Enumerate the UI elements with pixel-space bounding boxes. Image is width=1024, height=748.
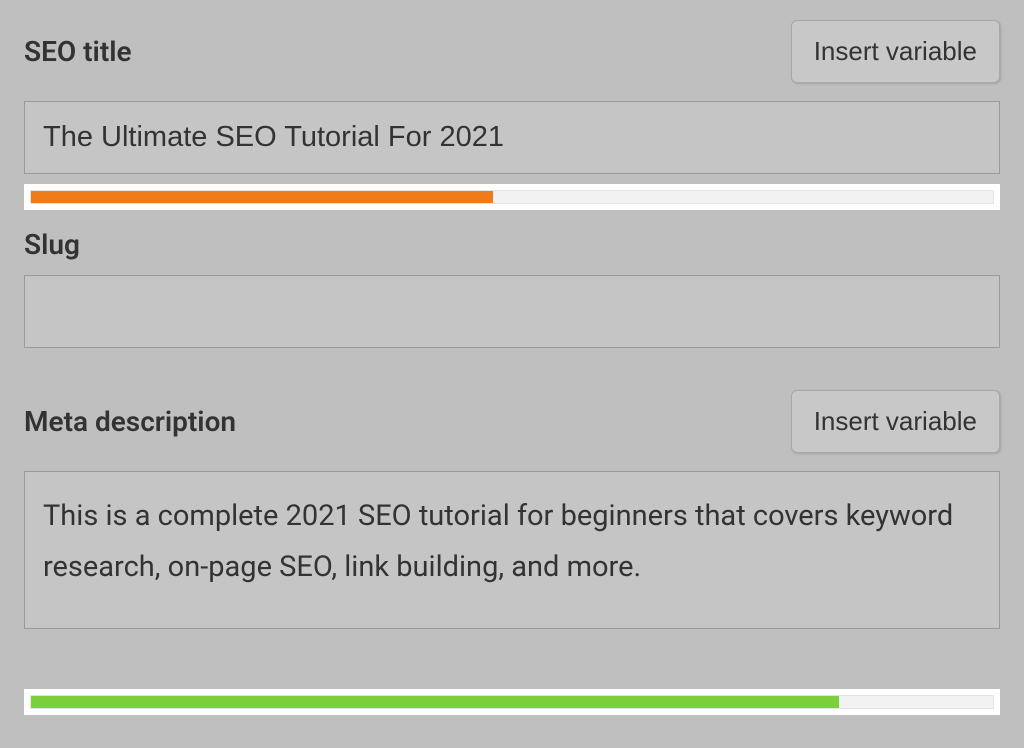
seo-title-group: SEO title Insert variable	[24, 20, 1000, 174]
seo-title-progress-container	[24, 184, 1000, 210]
meta-description-label: Meta description	[24, 405, 236, 438]
seo-title-label-row: SEO title Insert variable	[24, 20, 1000, 83]
meta-description-progress-fill	[31, 696, 839, 708]
insert-variable-button-meta[interactable]: Insert variable	[791, 390, 1000, 453]
slug-input[interactable]	[24, 275, 1000, 348]
insert-variable-button-title[interactable]: Insert variable	[791, 20, 1000, 83]
meta-description-progress-container	[24, 689, 1000, 715]
meta-description-input[interactable]	[24, 471, 1000, 629]
seo-title-progress-fill	[31, 191, 493, 203]
slug-label: Slug	[24, 228, 1000, 261]
slug-group: Slug	[24, 228, 1000, 348]
seo-title-input[interactable]	[24, 101, 1000, 174]
meta-description-progress-track	[30, 695, 994, 709]
seo-title-progress-track	[30, 190, 994, 204]
meta-description-label-row: Meta description Insert variable	[24, 390, 1000, 453]
meta-description-group: Meta description Insert variable	[24, 390, 1000, 633]
seo-title-label: SEO title	[24, 35, 132, 68]
